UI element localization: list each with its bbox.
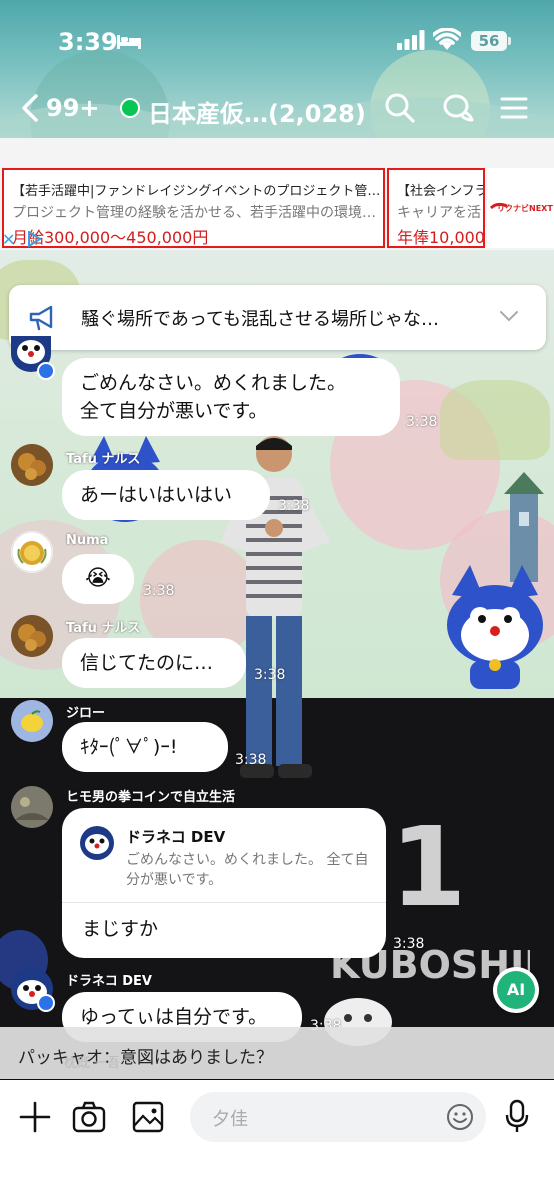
reply-message-text: まじすか xyxy=(82,918,159,940)
avatar[interactable] xyxy=(11,615,53,657)
ad-description: プロジェクト管理の経験を活かせる、若手活躍中の環境… xyxy=(12,205,376,221)
sender-name[interactable]: Tafu ナルス xyxy=(66,448,140,467)
message-bubble[interactable]: ｷﾀｰ(ﾟ∀ﾟ)ｰ! xyxy=(62,722,228,772)
food-avatar-icon xyxy=(11,444,53,486)
big-number-text: 1 xyxy=(390,810,467,931)
ad-salary: 年俸10,000 xyxy=(397,228,485,247)
cat-avatar-icon xyxy=(85,834,109,854)
ad-close-icon[interactable]: ✕ xyxy=(2,230,15,249)
medal-avatar-icon xyxy=(11,531,53,573)
back-arrow-icon[interactable] xyxy=(20,94,40,122)
search-icon[interactable] xyxy=(384,92,416,124)
openchat-icon xyxy=(120,98,140,118)
chat-header: 99+ 日本産仮…(2,028) xyxy=(0,84,554,134)
emoji-icon[interactable] xyxy=(446,1103,474,1131)
threads-icon[interactable] xyxy=(442,92,474,124)
sender-name[interactable]: ジロー xyxy=(66,702,105,721)
battery-indicator: 56 xyxy=(471,31,507,51)
ad-title: 【社会インフラ xyxy=(397,184,485,199)
unread-count[interactable]: 99+ xyxy=(46,94,100,122)
reply-avatar xyxy=(80,826,114,860)
message-time: 3:38 xyxy=(235,752,267,768)
ad-logo-text: リクナビNEXT xyxy=(497,203,553,213)
verified-badge-icon xyxy=(37,994,55,1012)
ad-card[interactable]: 【若手活躍中|ファンドレイジングイベントのプロジェクト管… プロジェクト管理の経… xyxy=(2,168,385,248)
ad-choices-icon[interactable] xyxy=(26,231,42,247)
quoted-message-text[interactable]: ごめんなさい。めくれました。 全て自分が悪いです。 xyxy=(126,850,376,890)
avatar[interactable] xyxy=(11,531,53,573)
ad-logo: リクナビNEXT xyxy=(487,168,554,248)
ad-description: キャリアを活 xyxy=(397,205,481,221)
menu-icon[interactable] xyxy=(498,92,530,124)
message-bubble[interactable]: 信じてたのに… xyxy=(62,638,246,688)
battery-tip xyxy=(508,37,511,45)
sender-name[interactable]: Numa xyxy=(66,533,108,548)
megaphone-icon xyxy=(29,305,53,331)
ai-button[interactable]: AI xyxy=(493,967,539,1013)
cat-illustration xyxy=(447,565,543,689)
announcement-bar[interactable]: 騒ぐ場所であっても混乱させる場所じゃな… xyxy=(9,285,546,350)
avatar[interactable] xyxy=(11,700,53,742)
status-bar: 3:39 56 xyxy=(0,0,554,80)
announcement-text: 騒ぐ場所であっても混乱させる場所じゃな… xyxy=(81,309,440,330)
food-avatar-icon xyxy=(11,615,53,657)
sender-name[interactable]: ドラネコ DEV xyxy=(66,970,152,989)
message-time: 3:38 xyxy=(143,583,175,599)
sender-name[interactable]: ヒモ男の拳コインで自立生活 xyxy=(66,786,235,805)
camera-icon[interactable] xyxy=(72,1100,106,1134)
message-input-bar: 夕佳 xyxy=(0,1080,554,1200)
avatar[interactable] xyxy=(11,444,53,486)
message-time: 3:38 xyxy=(254,667,286,683)
chevron-down-icon[interactable] xyxy=(499,309,519,323)
background-tree xyxy=(440,380,550,460)
image-icon[interactable] xyxy=(131,1100,165,1134)
message-time: 3:38 xyxy=(393,936,425,952)
reply-divider xyxy=(62,902,386,903)
ad-title: 【若手活躍中|ファンドレイジングイベントのプロジェクト管… xyxy=(12,184,381,199)
ad-card[interactable]: 【社会インフラ キャリアを活 年俸10,000 xyxy=(387,168,485,248)
message-bubble[interactable]: 😭 xyxy=(62,554,134,604)
ai-button-label: AI xyxy=(497,971,535,1009)
lemon-avatar-icon xyxy=(11,700,53,742)
status-time: 3:39 xyxy=(58,28,118,56)
cellular-signal-icon xyxy=(397,30,425,50)
plus-icon[interactable] xyxy=(18,1100,52,1134)
message-time: 3:38 xyxy=(406,414,438,430)
reply-message-bubble[interactable]: ドラネコ DEV ごめんなさい。めくれました。 全て自分が悪いです。 まじすか xyxy=(62,808,386,958)
chat-title[interactable]: 日本産仮…(2,028) xyxy=(148,94,366,129)
microphone-icon[interactable] xyxy=(505,1099,529,1133)
preview-text: パッキャオ：意図はありました？ xyxy=(18,1048,273,1068)
sender-name[interactable]: Tafu ナルス xyxy=(66,617,140,636)
photo-avatar-icon xyxy=(11,786,53,828)
sleep-mode-icon xyxy=(117,35,141,49)
message-input-placeholder: 夕佳 xyxy=(212,1109,248,1130)
preview-underlay-text: 枕既 一吾 xyxy=(64,1056,121,1071)
message-time: 3:38 xyxy=(278,498,310,514)
message-bubble[interactable]: ごめんなさい。めくれました。 全て自分が悪いです。 xyxy=(62,358,400,436)
message-bubble[interactable]: あーはいはいはい xyxy=(62,470,270,520)
verified-badge-icon xyxy=(37,362,55,380)
avatar[interactable] xyxy=(11,786,53,828)
quoted-sender-name: ドラネコ DEV xyxy=(126,828,226,846)
wifi-icon xyxy=(433,28,461,50)
ad-logo-graphic: リクナビNEXT xyxy=(489,202,553,213)
